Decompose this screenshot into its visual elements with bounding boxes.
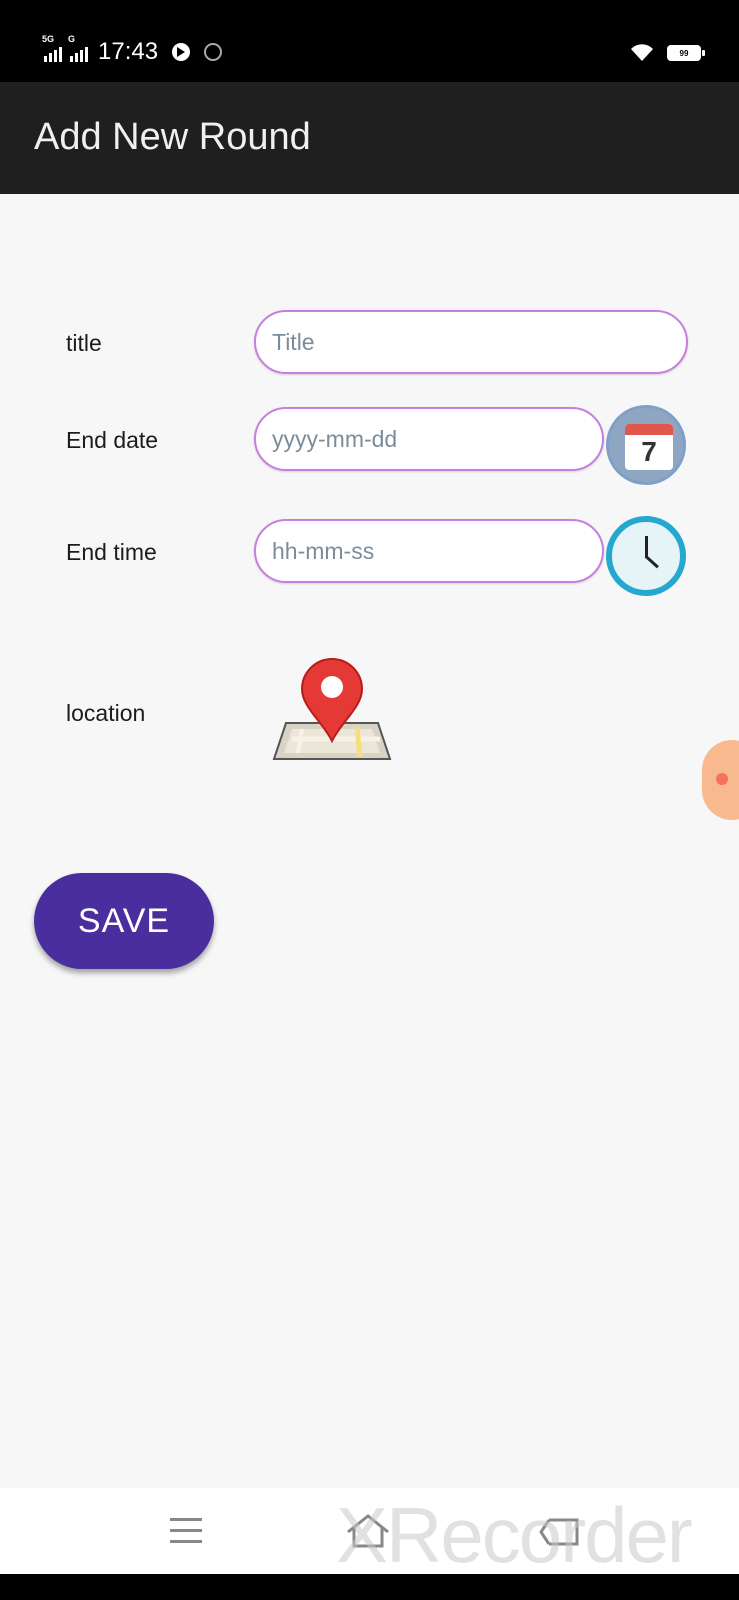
end-time-input[interactable] (256, 521, 602, 581)
status-left: 5G G 17:43 (42, 34, 223, 66)
page-title: Add New Round (34, 116, 311, 158)
map-pin-icon[interactable] (272, 655, 392, 765)
save-button[interactable]: SAVE (34, 873, 214, 969)
status-bar: 5G G 17:43 99 (0, 0, 739, 82)
end-time-field (254, 519, 604, 583)
location-label: location (66, 700, 146, 726)
battery-icon: 99 (667, 45, 705, 61)
title-field (254, 310, 688, 374)
end-time-label: End time (66, 539, 157, 565)
app-bar: Add New Round (0, 82, 739, 194)
calendar-button[interactable]: 7 (606, 405, 686, 485)
wifi-icon (631, 44, 653, 61)
whatsapp-icon (204, 43, 223, 61)
signal-icon: 5G (42, 34, 62, 62)
telegram-icon (172, 43, 191, 61)
title-input[interactable] (256, 312, 686, 372)
recorder-watermark: XRecorder (336, 1491, 693, 1579)
status-time: 17:43 (98, 38, 159, 65)
end-date-label: End date (66, 427, 159, 453)
status-right: 99 (631, 44, 705, 62)
clock-button[interactable] (606, 516, 686, 596)
screen: 5G G 17:43 99 Add New Round title Title … (0, 0, 739, 1600)
calendar-icon: 7 (625, 424, 673, 470)
end-date-field (254, 407, 604, 471)
title-label: title (66, 330, 102, 356)
recorder-bubble[interactable] (702, 740, 739, 820)
calendar-day: 7 (641, 436, 657, 467)
menu-button[interactable] (158, 1506, 214, 1556)
bottom-edge (0, 1574, 739, 1600)
end-date-input[interactable] (256, 409, 602, 469)
signal-icon: G (68, 34, 88, 62)
battery-level: 99 (679, 48, 689, 58)
